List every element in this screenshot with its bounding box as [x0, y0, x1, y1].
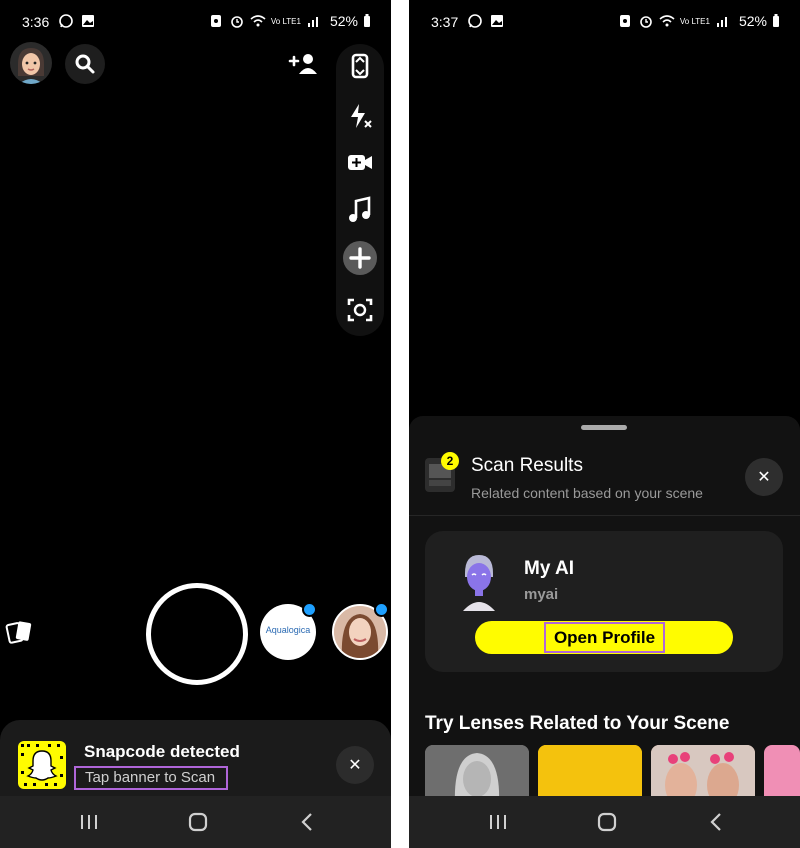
bitmoji-avatar-icon — [18, 48, 44, 84]
add-friend-icon — [288, 54, 317, 74]
battery-percent: 52% — [738, 13, 767, 29]
home-icon[interactable] — [185, 809, 211, 835]
lens-brand-label: Aqualogica — [265, 625, 311, 635]
search-button[interactable] — [65, 44, 105, 84]
status-time: 3:37 — [431, 14, 459, 30]
gallery-icon — [491, 15, 503, 27]
home-icon[interactable] — [594, 809, 620, 835]
flash-off-icon[interactable] — [346, 102, 374, 130]
sheet-drag-handle[interactable] — [581, 425, 627, 430]
camera-tools-rail — [336, 44, 384, 336]
battery-percent: 52% — [329, 13, 358, 29]
recent-apps-icon[interactable] — [485, 809, 511, 835]
network-label: Vo LTE1 — [270, 16, 301, 26]
notification-icon — [210, 15, 221, 27]
gallery-icon — [82, 15, 94, 27]
wifi-icon — [250, 15, 266, 27]
open-profile-label[interactable]: Open Profile — [544, 622, 665, 653]
system-nav-bar — [409, 796, 800, 848]
signal-icon — [716, 17, 727, 27]
close-sheet-button[interactable]: ✕ — [745, 458, 783, 496]
left-phone-screen: 3:36 Vo LTE1 52% Aqualogica Snapcode det… — [0, 0, 391, 848]
snapcode-image — [18, 741, 66, 789]
banner-close-button[interactable]: ✕ — [336, 746, 374, 784]
new-lens-dot — [374, 602, 389, 617]
banner-title: Snapcode detected — [84, 742, 240, 761]
profile-name: My AI — [524, 558, 574, 579]
cards-icon[interactable] — [5, 618, 33, 646]
bitmoji-avatar[interactable] — [10, 42, 52, 84]
status-bar: 3:37 Vo LTE1 52% — [409, 0, 800, 44]
snapchat-ghost-icon — [21, 744, 63, 786]
new-lens-dot — [302, 602, 317, 617]
plus-icon — [349, 247, 371, 269]
battery-icon — [773, 14, 779, 27]
notification-icon — [619, 15, 630, 27]
flip-camera-icon[interactable] — [346, 52, 374, 80]
status-time: 3:36 — [22, 14, 50, 30]
divider — [409, 515, 800, 516]
wifi-icon — [659, 15, 675, 27]
status-bar: 3:36 Vo LTE1 52% — [0, 0, 391, 44]
back-icon[interactable] — [295, 809, 321, 835]
search-icon — [75, 54, 95, 74]
lenses-heading: Try Lenses Related to Your Scene — [425, 713, 730, 734]
recent-apps-icon[interactable] — [76, 809, 102, 835]
signal-icon — [307, 17, 318, 27]
back-icon[interactable] — [704, 809, 730, 835]
scan-results-title: Scan Results — [471, 455, 583, 476]
profile-username: myai — [524, 586, 559, 603]
system-nav-bar — [0, 796, 391, 848]
scan-results-subtitle: Related content based on your scene — [471, 485, 703, 501]
whatsapp-icon — [59, 14, 73, 28]
network-label: Vo LTE1 — [679, 16, 710, 26]
right-phone-screen: 3:37 Vo LTE1 52% 2 Scan Results Related … — [409, 0, 800, 848]
more-tools-button[interactable] — [343, 241, 377, 275]
video-chat-icon[interactable] — [346, 148, 374, 176]
capture-button[interactable] — [146, 583, 248, 685]
banner-scan-hint[interactable]: Tap banner to Scan — [74, 766, 228, 790]
add-friend-button[interactable] — [283, 44, 323, 84]
alarm-icon — [231, 16, 243, 28]
music-note-icon[interactable] — [346, 196, 374, 224]
myai-avatar-icon — [463, 555, 495, 611]
battery-icon — [364, 14, 370, 27]
whatsapp-icon — [468, 14, 482, 28]
scan-icon[interactable] — [346, 296, 374, 324]
alarm-icon — [640, 16, 652, 28]
scan-count-badge: 2 — [441, 452, 459, 470]
